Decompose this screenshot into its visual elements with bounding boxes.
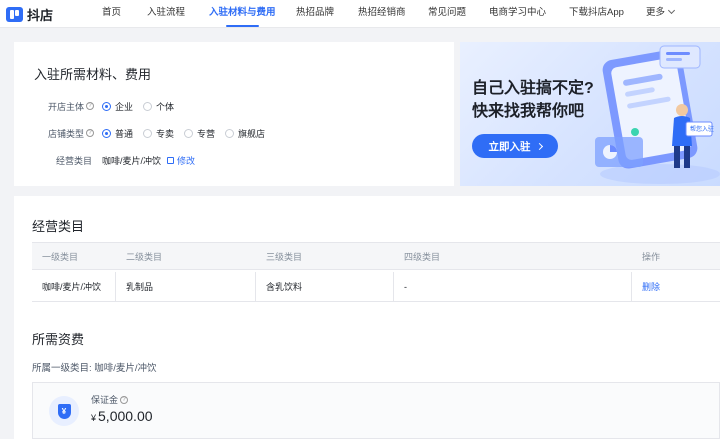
currency-symbol: ¥ — [91, 413, 97, 423]
edit-label: 修改 — [177, 155, 196, 166]
store-type-option-regular[interactable]: 普通 — [102, 127, 133, 140]
deposit-icon-wrap: ¥ — [49, 396, 79, 426]
cell-level2: 乳制品 — [116, 272, 256, 301]
delete-link[interactable]: 删除 — [632, 272, 720, 301]
store-type-option-label: 专卖 — [156, 128, 175, 139]
entity-row: 开店主体 ? 企业 个体 — [14, 99, 454, 113]
category-section-title: 经营类目 — [32, 219, 85, 234]
category-value: 咖啡/麦片/冲饮 — [102, 155, 162, 166]
column-header: 操作 — [642, 251, 661, 262]
cell-level3: 含乳饮料 — [256, 272, 394, 301]
column-header: 四级类目 — [404, 251, 441, 262]
store-type-label: 店铺类型 — [47, 128, 84, 139]
store-type-options: 普通 专卖 专营 旗舰店 — [102, 126, 275, 140]
nav-item-download-app[interactable]: 下载抖店App — [569, 0, 624, 28]
fee-section-title: 所需资费 — [32, 332, 85, 347]
help-icon[interactable]: ? — [120, 395, 129, 404]
help-icon[interactable]: ? — [86, 102, 94, 110]
shield-yuan-icon: ¥ — [57, 403, 71, 419]
store-type-option-label: 旗舰店 — [238, 128, 266, 139]
radio-unchecked-icon — [225, 128, 235, 138]
radio-checked-icon — [102, 128, 111, 138]
chevron-right-icon — [535, 142, 543, 150]
nav-item-hot-distributors[interactable]: 热招经销商 — [358, 0, 406, 28]
category-label: 经营类目 — [55, 155, 92, 166]
store-type-label-wrap: 店铺类型 ? — [14, 127, 94, 140]
deposit-label-wrap: 保证金 ? — [91, 393, 129, 406]
store-type-row: 店铺类型 ? 普通 专卖 专营 旗舰店 — [14, 126, 454, 140]
chevron-down-icon — [667, 6, 676, 15]
radio-checked-icon — [102, 101, 111, 111]
fee-category-value: 咖啡/麦片/冲饮 — [94, 363, 157, 374]
deposit-box: ¥ 保证金 ? ¥5,000.00 — [32, 382, 720, 439]
entity-options: 企业 个体 — [102, 99, 184, 113]
nav-item-learning-center[interactable]: 电商学习中心 — [489, 0, 546, 28]
edit-category-link[interactable]: 修改 — [167, 154, 195, 167]
nav-item-faq[interactable]: 常见问题 — [428, 0, 466, 28]
column-header: 一级类目 — [42, 251, 79, 262]
radio-unchecked-icon — [143, 101, 153, 111]
cell-level1: 咖啡/麦片/冲饮 — [32, 272, 116, 301]
help-banner[interactable]: 自己入驻搞不定? 快来找我帮你吧 帮您入驻 立即入驻 — [460, 42, 720, 186]
banner-headline-1: 自己入驻搞不定? — [472, 80, 594, 97]
nav-more-label: 更多 — [646, 7, 666, 18]
category-label-wrap: 经营类目 — [14, 154, 92, 167]
fee-category-prefix: 所属一级类目: — [32, 363, 92, 374]
help-icon[interactable]: ? — [86, 129, 94, 137]
form-title: 入驻所需材料、费用 — [34, 67, 152, 82]
radio-unchecked-icon — [184, 128, 194, 138]
category-table-header: 一级类目 二级类目 三级类目 四级类目 操作 — [32, 242, 720, 270]
category-fees-card: 经营类目 一级类目 二级类目 三级类目 四级类目 操作 咖啡/麦片/冲饮 乳制品… — [14, 196, 720, 439]
shield-glyph: ¥ — [61, 406, 67, 416]
edit-icon — [167, 156, 175, 164]
nav-item-more[interactable]: 更多 — [646, 0, 676, 28]
category-row: 经营类目 咖啡/麦片/冲饮 修改 — [14, 153, 454, 167]
nav-item-process[interactable]: 入驻流程 — [147, 0, 185, 28]
store-type-option-label: 普通 — [115, 128, 134, 139]
fee-category-line: 所属一级类目: 咖啡/麦片/冲饮 — [32, 360, 157, 374]
store-type-option-specialty[interactable]: 专营 — [184, 127, 215, 140]
entity-option-enterprise[interactable]: 企业 — [102, 100, 133, 113]
douyin-shop-logo-icon — [6, 6, 23, 22]
nav-item-materials-fees[interactable]: 入驻材料与费用 — [209, 0, 276, 28]
store-type-option-flagship[interactable]: 旗舰店 — [225, 127, 265, 140]
category-value-wrap: 咖啡/麦片/冲饮 修改 — [102, 153, 195, 167]
entity-option-individual[interactable]: 个体 — [143, 100, 174, 113]
store-type-option-franchise[interactable]: 专卖 — [143, 127, 174, 140]
deposit-label: 保证金 — [91, 395, 119, 405]
deposit-amount-wrap: ¥5,000.00 — [91, 408, 153, 424]
entity-option-label: 个体 — [156, 101, 175, 112]
deposit-amount: 5,000.00 — [98, 408, 153, 424]
banner-figure-tag: 帮您入驻 — [689, 127, 714, 133]
materials-form-card: 入驻所需材料、费用 开店主体 ? 企业 个体 店铺类型 ? 普通 专卖 专营 旗… — [14, 42, 454, 186]
logo-text: 抖店 — [27, 7, 54, 23]
entity-label: 开店主体 — [47, 101, 84, 112]
join-now-button[interactable]: 立即入驻 — [472, 134, 558, 158]
banner-headline-2: 快来找我帮你吧 — [472, 103, 585, 120]
logo[interactable]: 抖店 — [6, 5, 53, 23]
radio-unchecked-icon — [143, 128, 153, 138]
column-header: 二级类目 — [126, 251, 163, 262]
cell-level4: - — [394, 272, 632, 301]
join-now-label: 立即入驻 — [488, 140, 531, 153]
store-type-option-label: 专营 — [197, 128, 216, 139]
entity-option-label: 企业 — [115, 101, 134, 112]
nav-item-home[interactable]: 首页 — [102, 0, 121, 28]
table-row: 咖啡/麦片/冲饮 乳制品 含乳饮料 - 删除 — [32, 272, 720, 302]
entity-label-wrap: 开店主体 ? — [14, 100, 94, 113]
top-nav: 抖店 首页 入驻流程 入驻材料与费用 热招品牌 热招经销商 常见问题 电商学习中… — [0, 0, 720, 28]
column-header: 三级类目 — [266, 251, 303, 262]
nav-item-hot-brands[interactable]: 热招品牌 — [296, 0, 334, 28]
